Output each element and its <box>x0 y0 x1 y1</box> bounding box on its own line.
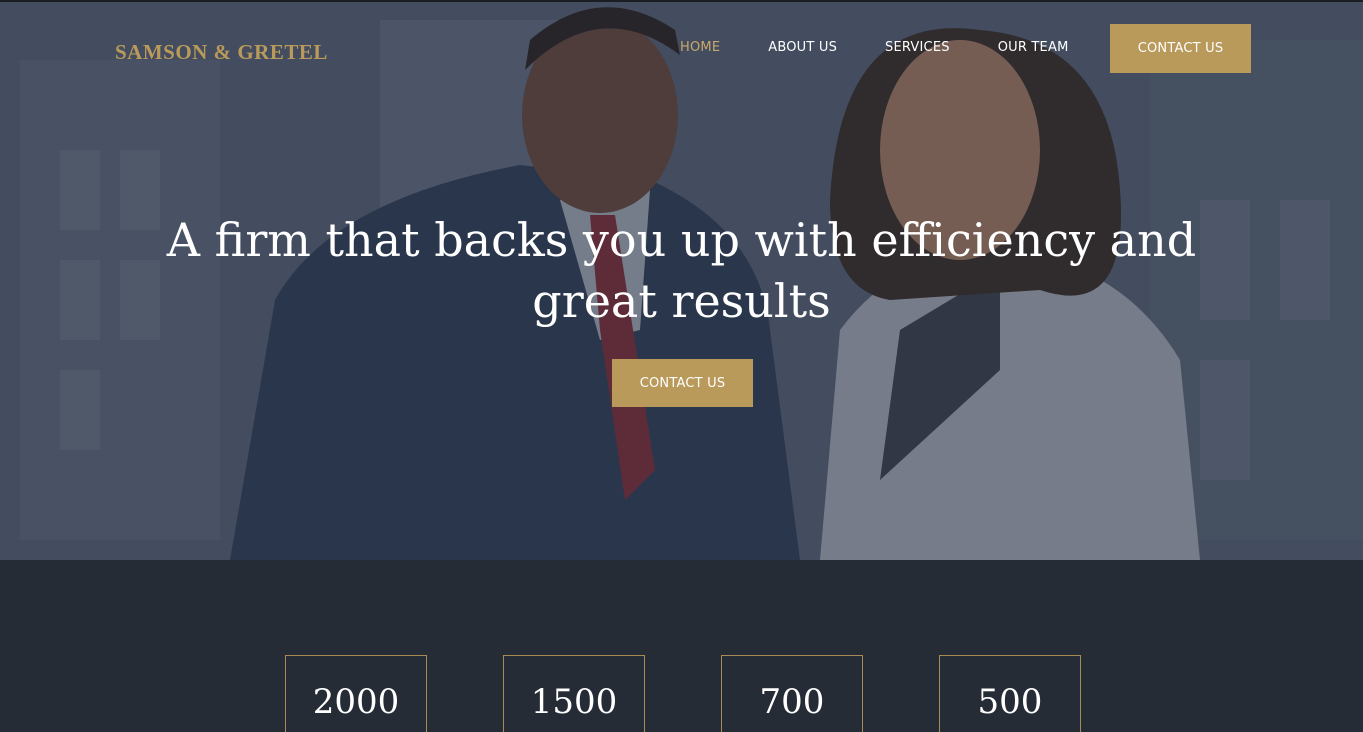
hero-headline: A firm that backs you up with efficiency… <box>166 213 1197 328</box>
stat-value: 700 <box>759 682 825 722</box>
hero-section: SAMSON & GRETEL HOME ABOUT US SERVICES O… <box>0 0 1363 560</box>
nav-link-about-us[interactable]: ABOUT US <box>768 40 837 56</box>
main-nav: HOME ABOUT US SERVICES OUR TEAM <box>680 40 1116 56</box>
stat-box: 500 <box>939 655 1081 732</box>
stat-value: 1500 <box>530 682 618 722</box>
nav-link-services[interactable]: SERVICES <box>885 40 950 56</box>
nav-link-our-team[interactable]: OUR TEAM <box>998 40 1069 56</box>
stat-box: 1500 <box>503 655 645 732</box>
top-border <box>0 0 1363 2</box>
stat-box: 700 <box>721 655 863 732</box>
nav-contact-button[interactable]: CONTACT US <box>1110 24 1251 73</box>
stat-box: 2000 <box>285 655 427 732</box>
hero-contact-button[interactable]: CONTACT US <box>612 359 753 407</box>
brand-logo[interactable]: SAMSON & GRETEL <box>115 40 328 65</box>
stat-value: 500 <box>977 682 1043 722</box>
stats-section: 2000 1500 700 500 <box>0 560 1363 732</box>
nav-link-home[interactable]: HOME <box>680 40 720 56</box>
stat-value: 2000 <box>312 682 400 722</box>
